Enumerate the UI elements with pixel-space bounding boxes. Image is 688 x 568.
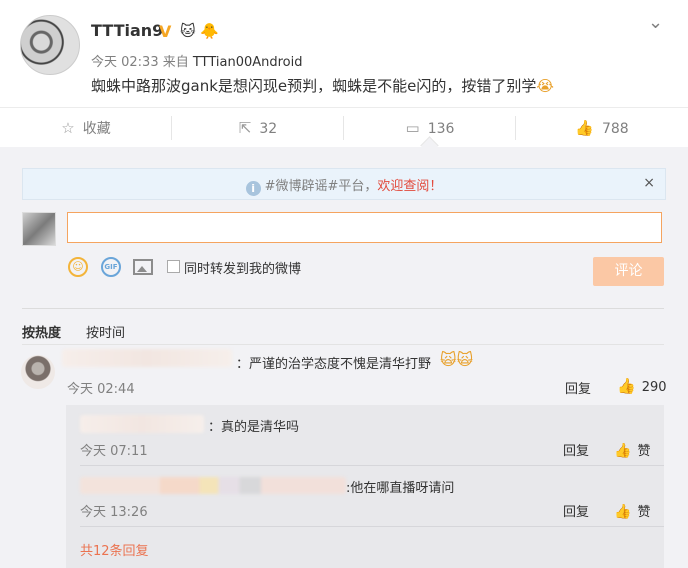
author-username[interactable]: TTTian9 <box>91 21 163 40</box>
post-time[interactable]: 今天 02:33 <box>91 55 159 70</box>
blurred-username <box>62 349 232 367</box>
reply-divider <box>80 526 664 527</box>
blurred-username <box>80 415 204 433</box>
reply-divider <box>80 465 664 466</box>
comment-like-count: 290 <box>641 380 667 395</box>
repost-checkbox[interactable] <box>167 260 180 273</box>
thumb-up-icon: 👍 <box>614 443 632 459</box>
post-text: 蜘蛛中路那波gank是想闪现e预判，蜘蛛是不能e闪的，按错了别学😭 <box>91 75 554 96</box>
section-divider <box>22 308 664 309</box>
favorite-button[interactable]: ☆ 收藏 <box>0 108 172 148</box>
rumor-notice: i #微博辟谣#平台，欢迎查阅！ × <box>22 168 666 200</box>
comment-icon: ▭ <box>405 119 420 137</box>
cat-emoji-icon: 🐱 <box>180 22 196 40</box>
reply-button[interactable]: 回复 <box>565 378 591 397</box>
reply-like-label: 赞 <box>637 505 651 520</box>
like-button[interactable]: 👍 788 <box>516 108 688 148</box>
post-source: TTTian00Android <box>192 55 303 70</box>
chevron-down-icon[interactable]: ⌄ <box>648 12 663 33</box>
reply-text: ：真的是清华吗 <box>208 420 300 435</box>
author-avatar[interactable] <box>20 15 80 75</box>
reply-time: 今天 13:26 <box>80 505 148 520</box>
close-icon[interactable]: × <box>643 175 655 191</box>
thumb-up-icon: 👍 <box>617 377 636 395</box>
reply-button[interactable]: 回复 <box>563 501 589 520</box>
reply-like-button[interactable]: 👍 赞 <box>614 440 650 459</box>
section-divider <box>22 344 664 345</box>
reply-button[interactable]: 回复 <box>563 440 589 459</box>
verified-badge-icon: V <box>159 22 172 41</box>
repost-button[interactable]: ⇱ 32 <box>172 108 344 148</box>
reply-time: 今天 07:11 <box>80 444 148 459</box>
crying-emoji-icon: 😭 <box>536 77 554 95</box>
more-replies-link[interactable]: 共12条回复 <box>80 540 149 559</box>
thumb-up-icon: 👍 <box>575 119 594 137</box>
comment-text: ：严谨的治学态度不愧是清华打野 <box>236 357 432 372</box>
notice-text: i #微博辟谣#平台，欢迎查阅！ <box>23 175 665 196</box>
repost-icon: ⇱ <box>238 119 252 137</box>
notice-link[interactable]: #微博辟谣#平台， <box>265 179 378 194</box>
info-icon: i <box>245 181 261 196</box>
notice-highlight[interactable]: 欢迎查阅！ <box>377 179 442 194</box>
action-bar: ☆ 收藏 ⇱ 32 ▭ 136 👍 788 <box>0 107 688 149</box>
commenter-avatar[interactable] <box>21 355 55 389</box>
comment-input[interactable] <box>67 212 662 243</box>
star-icon: ☆ <box>61 119 75 137</box>
comment-time: 今天 02:44 <box>67 382 135 397</box>
sort-by-time-tab[interactable]: 按时间 <box>86 322 125 341</box>
cat-emoji-icon: 🙀🙀 <box>440 350 474 369</box>
favorite-label: 收藏 <box>82 121 111 137</box>
like-count: 788 <box>601 121 629 137</box>
my-avatar[interactable] <box>22 212 56 246</box>
image-icon[interactable] <box>133 259 153 275</box>
reply-like-button[interactable]: 👍 赞 <box>614 501 650 520</box>
source-prefix: 来自 <box>162 55 189 70</box>
reply-text: :他在哪直播呀请问 <box>346 481 455 496</box>
sort-by-hot-tab[interactable]: 按热度 <box>22 322 61 341</box>
repost-count: 32 <box>259 121 278 137</box>
reply-like-label: 赞 <box>637 444 651 459</box>
post-text-body: 蜘蛛中路那波gank是想闪现e预判，蜘蛛是不能e闪的，按错了别学 <box>91 77 537 95</box>
emoji-icon[interactable]: ☺ <box>68 257 88 277</box>
comment-count: 136 <box>427 121 455 137</box>
repost-checkbox-label[interactable]: 同时转发到我的微博 <box>184 258 301 277</box>
duck-emoji-icon: 🐥 <box>200 22 219 40</box>
post-meta: 今天 02:33 来自 TTTian00Android <box>91 51 303 70</box>
submit-comment-button[interactable]: 评论 <box>593 257 664 286</box>
comment-like-button[interactable]: 👍 290 <box>617 377 667 395</box>
gif-icon[interactable]: GIF <box>101 257 121 277</box>
thumb-up-icon: 👍 <box>614 504 632 520</box>
blurred-username <box>80 477 346 494</box>
